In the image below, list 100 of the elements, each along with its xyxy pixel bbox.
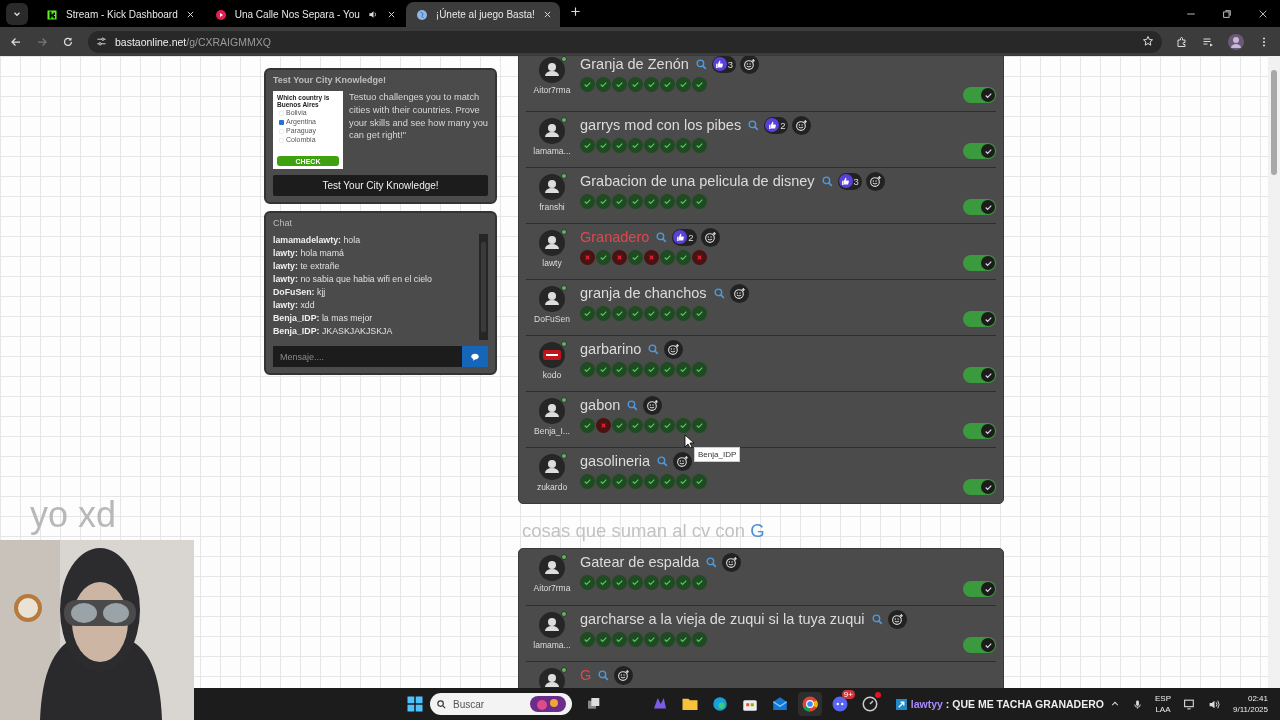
back-arrow-icon[interactable] <box>10 35 22 48</box>
search-icon[interactable] <box>656 454 670 468</box>
microphone-icon[interactable] <box>1132 698 1143 710</box>
star-icon[interactable] <box>1142 34 1154 47</box>
taskbar-search-field[interactable]: Buscar <box>430 693 572 715</box>
likes-badge[interactable]: 2 <box>672 228 697 246</box>
chevron-up-icon[interactable] <box>1110 699 1120 709</box>
add-reaction-button[interactable] <box>887 609 907 629</box>
network-icon[interactable] <box>1183 697 1196 711</box>
close-icon[interactable] <box>1258 9 1268 19</box>
site-settings-icon <box>96 36 107 47</box>
media-queue-icon[interactable] <box>1202 35 1214 48</box>
input-language[interactable]: ESP <box>1155 693 1171 704</box>
ad-description: Testuo challenges you to match cities with their countries. Prove your skills and see how many you can get right!" <box>349 91 488 143</box>
approve-toggle[interactable] <box>963 367 996 383</box>
player-name: lamama... <box>533 640 571 650</box>
approve-toggle[interactable] <box>963 479 996 495</box>
browser-tab[interactable]: Stream - Kick Dashboard <box>36 2 203 27</box>
answer-text: garrys mod con los pibes <box>580 117 742 133</box>
add-reaction-button[interactable] <box>865 171 885 191</box>
player-name: Aitor7rma <box>533 85 571 95</box>
clock-date[interactable]: 9/11/2025 <box>1233 704 1268 715</box>
discord-app-button[interactable]: 9+ <box>827 692 852 716</box>
browser-tab[interactable]: ¡Únete al juego Basta! <box>405 2 560 27</box>
likes-badge[interactable]: 3 <box>837 172 862 190</box>
chrome-app-button[interactable] <box>797 692 822 716</box>
thumbs-up-icon <box>841 176 851 186</box>
restore-icon[interactable] <box>1222 9 1232 19</box>
approve-toggle[interactable] <box>963 143 996 159</box>
search-icon[interactable] <box>655 230 669 244</box>
page-scrollbar[interactable] <box>1268 56 1280 688</box>
notification-badge: 9+ <box>841 690 855 699</box>
search-icon[interactable] <box>747 118 761 132</box>
approve-toggle[interactable] <box>963 87 996 103</box>
search-icon[interactable] <box>647 342 661 356</box>
user-avatar-icon <box>539 398 565 424</box>
approve-toggle[interactable] <box>963 423 996 439</box>
mouse-cursor-icon <box>684 434 694 449</box>
reload-icon[interactable] <box>62 35 74 48</box>
tab-search-button[interactable] <box>6 3 28 25</box>
message-input[interactable]: Mensaje.... <box>273 346 462 367</box>
category-letter: G <box>750 520 765 542</box>
chat-scrollbar[interactable] <box>479 234 488 340</box>
approve-toggle[interactable] <box>963 637 996 653</box>
search-icon <box>436 698 447 710</box>
add-reaction-button[interactable] <box>673 451 693 471</box>
approve-toggle[interactable] <box>963 581 996 597</box>
forward-arrow-icon[interactable] <box>36 35 48 48</box>
url-path: /g/CXRAIGMMXQ <box>186 35 271 48</box>
speaker-icon[interactable] <box>367 9 379 20</box>
search-highlight-icon <box>529 696 566 712</box>
clock-time[interactable]: 02:41 <box>1247 693 1268 704</box>
approve-toggle[interactable] <box>963 199 996 215</box>
card-title: Test Your City Knowledge! <box>273 75 387 85</box>
add-reaction-button[interactable] <box>664 339 684 359</box>
thumbs-up-icon <box>675 232 685 242</box>
player-name: zukardo <box>536 482 568 492</box>
chat-message: lawty: xdd <box>273 299 316 312</box>
add-reaction-button[interactable] <box>722 552 742 572</box>
add-reaction-button[interactable] <box>614 665 634 685</box>
player-name: DoFuSen <box>534 314 570 324</box>
answer-text: garcharse a la vieja de zuqui si la tuya zuqui <box>580 611 865 627</box>
search-icon[interactable] <box>597 668 611 682</box>
close-icon[interactable] <box>185 10 195 19</box>
address-field[interactable]: bastaonline.net/g/CXRAIGMMXQ <box>88 30 1162 53</box>
add-reaction-button[interactable] <box>643 395 663 415</box>
search-icon[interactable] <box>870 612 884 626</box>
chat-message: Benja_IDP: la mas mejor <box>273 312 374 325</box>
new-tab-icon[interactable] <box>569 6 581 17</box>
close-icon[interactable] <box>386 10 396 19</box>
add-reaction-button[interactable] <box>729 283 749 303</box>
puzzle-piece-icon[interactable] <box>1176 35 1188 48</box>
likes-badge[interactable]: 2 <box>764 116 789 134</box>
close-icon[interactable] <box>542 10 552 19</box>
send-button[interactable] <box>462 346 488 367</box>
search-icon[interactable] <box>820 174 834 188</box>
add-reaction-button[interactable] <box>740 56 760 74</box>
search-icon[interactable] <box>694 57 708 71</box>
category-heading: cosas que suman al cv con <box>522 520 746 542</box>
approve-toggle[interactable] <box>963 311 996 327</box>
search-icon[interactable] <box>626 398 640 412</box>
answer-text: gabon <box>580 397 621 413</box>
user-avatar-icon <box>539 454 565 480</box>
quiz-button[interactable]: Test Your City Knowledge! <box>273 175 488 196</box>
search-icon[interactable] <box>705 555 719 569</box>
user-avatar-icon <box>539 174 565 200</box>
online-status-dot <box>561 554 567 560</box>
likes-badge[interactable]: 3 <box>711 56 737 73</box>
add-reaction-button[interactable] <box>700 227 720 247</box>
approve-toggle[interactable] <box>963 255 996 271</box>
player-name: kodo <box>542 370 562 380</box>
profile-avatar-icon[interactable] <box>1228 33 1244 50</box>
answer-text: Grabacion de una pelicula de disney <box>580 173 815 189</box>
answer-text: Gatear de espalda <box>580 554 700 570</box>
keyboard-layout[interactable]: LAA <box>1155 704 1171 715</box>
windows-start-icon[interactable] <box>406 695 424 713</box>
browser-tab[interactable]: Una Calle Nos Separa - You <box>204 2 404 27</box>
add-reaction-button[interactable] <box>792 115 812 135</box>
globe-logo-icon <box>415 8 428 21</box>
search-icon[interactable] <box>712 286 726 300</box>
